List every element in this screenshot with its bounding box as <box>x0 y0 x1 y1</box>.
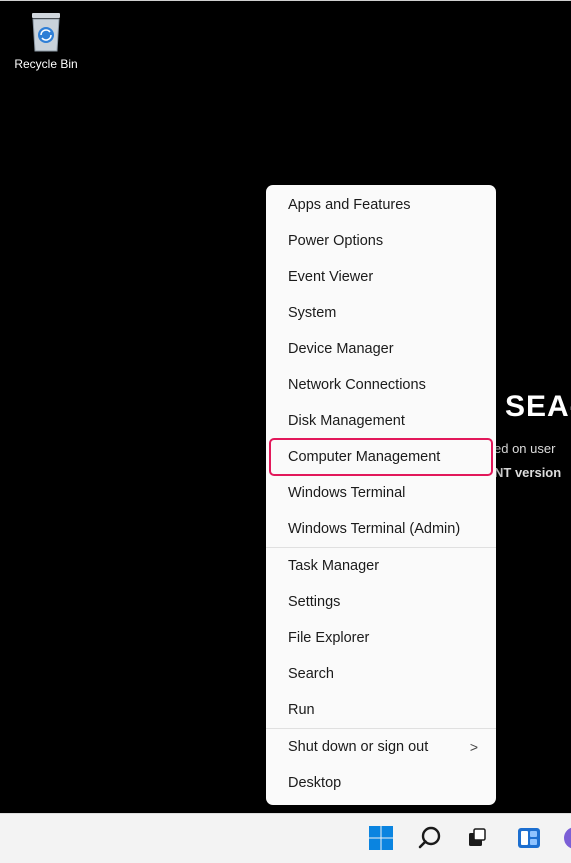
wallpaper-text-line-1: ed on user <box>494 441 556 456</box>
desktop: Recycle Bin SEA- ed on user NT version A… <box>0 0 571 813</box>
winx-context-menu: Apps and Features Power Options Event Vi… <box>266 185 496 805</box>
recycle-bin-shortcut[interactable]: Recycle Bin <box>6 11 86 71</box>
menu-item-network-connections[interactable]: Network Connections <box>270 367 492 403</box>
menu-item-search[interactable]: Search <box>270 656 492 692</box>
menu-item-apps-and-features[interactable]: Apps and Features <box>270 187 492 223</box>
chat-icon[interactable] <box>562 825 571 851</box>
chevron-right-icon: > <box>469 739 478 755</box>
menu-item-run[interactable]: Run <box>270 692 492 728</box>
wallpaper-title: SEA- <box>505 390 571 423</box>
menu-item-desktop[interactable]: Desktop <box>270 765 492 801</box>
menu-item-windows-terminal[interactable]: Windows Terminal <box>270 475 492 511</box>
search-icon[interactable] <box>417 825 443 851</box>
menu-item-windows-terminal-admin[interactable]: Windows Terminal (Admin) <box>270 511 492 547</box>
windows-start-icon[interactable] <box>368 825 394 851</box>
menu-group-system-tools: Task Manager Settings File Explorer Sear… <box>266 548 496 728</box>
menu-item-task-manager[interactable]: Task Manager <box>270 548 492 584</box>
menu-item-file-explorer[interactable]: File Explorer <box>270 620 492 656</box>
task-view-icon[interactable] <box>464 825 490 851</box>
recycle-bin-label: Recycle Bin <box>14 57 78 71</box>
menu-item-label: Shut down or sign out <box>288 739 429 755</box>
menu-group-admin-tools: Apps and Features Power Options Event Vi… <box>266 187 496 547</box>
menu-item-device-manager[interactable]: Device Manager <box>270 331 492 367</box>
menu-item-power-options[interactable]: Power Options <box>270 223 492 259</box>
menu-item-computer-management[interactable]: Computer Management <box>269 438 493 476</box>
menu-item-shut-down-or-sign-out[interactable]: Shut down or sign out > <box>270 729 492 765</box>
recycle-bin-icon <box>32 13 60 52</box>
widgets-icon[interactable] <box>516 825 542 851</box>
menu-item-system[interactable]: System <box>270 295 492 331</box>
taskbar <box>0 813 571 863</box>
menu-group-power: Shut down or sign out > Desktop <box>266 729 496 801</box>
wallpaper-text-line-2: NT version <box>494 465 562 480</box>
menu-item-settings[interactable]: Settings <box>270 584 492 620</box>
menu-item-event-viewer[interactable]: Event Viewer <box>270 259 492 295</box>
menu-item-disk-management[interactable]: Disk Management <box>270 403 492 439</box>
